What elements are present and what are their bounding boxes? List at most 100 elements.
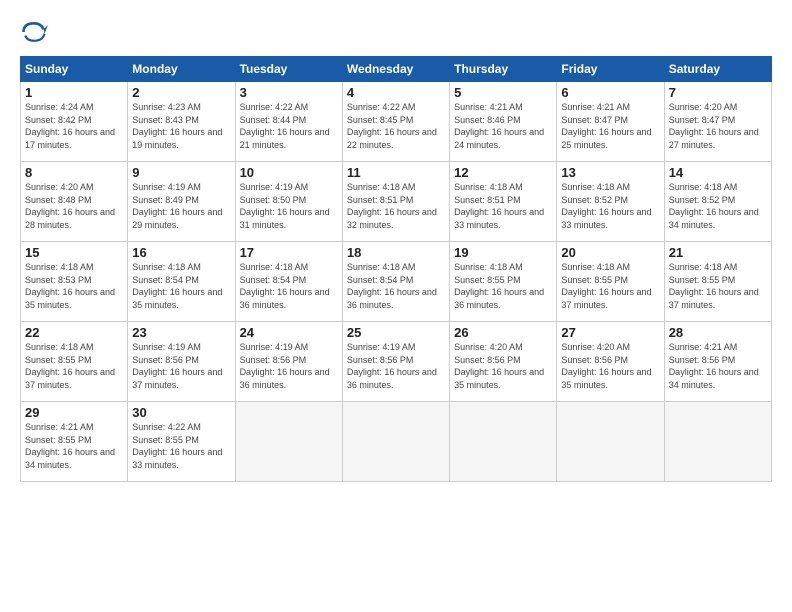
day-info: Sunrise: 4:18 AMSunset: 8:52 PMDaylight:…: [669, 181, 767, 231]
day-info: Sunrise: 4:19 AMSunset: 8:49 PMDaylight:…: [132, 181, 230, 231]
calendar-week-row: 8Sunrise: 4:20 AMSunset: 8:48 PMDaylight…: [21, 162, 772, 242]
calendar-day-cell: 9Sunrise: 4:19 AMSunset: 8:49 PMDaylight…: [128, 162, 235, 242]
day-number: 2: [132, 85, 230, 100]
calendar-day-cell: 28Sunrise: 4:21 AMSunset: 8:56 PMDayligh…: [664, 322, 771, 402]
day-info: Sunrise: 4:18 AMSunset: 8:51 PMDaylight:…: [347, 181, 445, 231]
day-number: 25: [347, 325, 445, 340]
day-number: 3: [240, 85, 338, 100]
day-info: Sunrise: 4:21 AMSunset: 8:55 PMDaylight:…: [25, 421, 123, 471]
calendar-day-cell: 26Sunrise: 4:20 AMSunset: 8:56 PMDayligh…: [450, 322, 557, 402]
calendar-day-cell: 30Sunrise: 4:22 AMSunset: 8:55 PMDayligh…: [128, 402, 235, 482]
calendar-day-cell: 5Sunrise: 4:21 AMSunset: 8:46 PMDaylight…: [450, 82, 557, 162]
day-header: Sunday: [21, 57, 128, 82]
day-info: Sunrise: 4:18 AMSunset: 8:54 PMDaylight:…: [240, 261, 338, 311]
calendar-day-cell: 6Sunrise: 4:21 AMSunset: 8:47 PMDaylight…: [557, 82, 664, 162]
calendar-day-cell: 12Sunrise: 4:18 AMSunset: 8:51 PMDayligh…: [450, 162, 557, 242]
logo-icon: [20, 18, 48, 46]
calendar-day-cell: 10Sunrise: 4:19 AMSunset: 8:50 PMDayligh…: [235, 162, 342, 242]
day-number: 13: [561, 165, 659, 180]
day-number: 17: [240, 245, 338, 260]
day-number: 26: [454, 325, 552, 340]
day-number: 21: [669, 245, 767, 260]
calendar-day-cell: 7Sunrise: 4:20 AMSunset: 8:47 PMDaylight…: [664, 82, 771, 162]
calendar-week-row: 15Sunrise: 4:18 AMSunset: 8:53 PMDayligh…: [21, 242, 772, 322]
day-number: 18: [347, 245, 445, 260]
day-info: Sunrise: 4:21 AMSunset: 8:56 PMDaylight:…: [669, 341, 767, 391]
day-info: Sunrise: 4:23 AMSunset: 8:43 PMDaylight:…: [132, 101, 230, 151]
day-header: Friday: [557, 57, 664, 82]
day-header: Saturday: [664, 57, 771, 82]
calendar-day-cell: 3Sunrise: 4:22 AMSunset: 8:44 PMDaylight…: [235, 82, 342, 162]
day-info: Sunrise: 4:20 AMSunset: 8:48 PMDaylight:…: [25, 181, 123, 231]
day-number: 12: [454, 165, 552, 180]
day-number: 29: [25, 405, 123, 420]
day-number: 28: [669, 325, 767, 340]
calendar-day-cell: 17Sunrise: 4:18 AMSunset: 8:54 PMDayligh…: [235, 242, 342, 322]
calendar-body: 1Sunrise: 4:24 AMSunset: 8:42 PMDaylight…: [21, 82, 772, 482]
day-number: 22: [25, 325, 123, 340]
day-number: 30: [132, 405, 230, 420]
calendar-day-cell: 25Sunrise: 4:19 AMSunset: 8:56 PMDayligh…: [342, 322, 449, 402]
day-number: 4: [347, 85, 445, 100]
calendar-day-cell: 27Sunrise: 4:20 AMSunset: 8:56 PMDayligh…: [557, 322, 664, 402]
day-info: Sunrise: 4:21 AMSunset: 8:46 PMDaylight:…: [454, 101, 552, 151]
day-header: Wednesday: [342, 57, 449, 82]
day-number: 11: [347, 165, 445, 180]
day-info: Sunrise: 4:18 AMSunset: 8:54 PMDaylight:…: [132, 261, 230, 311]
calendar-week-row: 22Sunrise: 4:18 AMSunset: 8:55 PMDayligh…: [21, 322, 772, 402]
day-info: Sunrise: 4:18 AMSunset: 8:55 PMDaylight:…: [25, 341, 123, 391]
day-info: Sunrise: 4:22 AMSunset: 8:55 PMDaylight:…: [132, 421, 230, 471]
calendar-day-cell: 15Sunrise: 4:18 AMSunset: 8:53 PMDayligh…: [21, 242, 128, 322]
day-info: Sunrise: 4:19 AMSunset: 8:56 PMDaylight:…: [347, 341, 445, 391]
day-info: Sunrise: 4:18 AMSunset: 8:55 PMDaylight:…: [561, 261, 659, 311]
day-number: 16: [132, 245, 230, 260]
day-info: Sunrise: 4:18 AMSunset: 8:53 PMDaylight:…: [25, 261, 123, 311]
day-info: Sunrise: 4:20 AMSunset: 8:47 PMDaylight:…: [669, 101, 767, 151]
calendar-day-cell: 2Sunrise: 4:23 AMSunset: 8:43 PMDaylight…: [128, 82, 235, 162]
calendar-day-cell: 20Sunrise: 4:18 AMSunset: 8:55 PMDayligh…: [557, 242, 664, 322]
day-info: Sunrise: 4:18 AMSunset: 8:55 PMDaylight:…: [669, 261, 767, 311]
header: [20, 18, 772, 46]
calendar-day-cell: 18Sunrise: 4:18 AMSunset: 8:54 PMDayligh…: [342, 242, 449, 322]
calendar-day-cell: [235, 402, 342, 482]
day-number: 6: [561, 85, 659, 100]
day-info: Sunrise: 4:22 AMSunset: 8:45 PMDaylight:…: [347, 101, 445, 151]
logo: [20, 18, 52, 46]
calendar-day-cell: 21Sunrise: 4:18 AMSunset: 8:55 PMDayligh…: [664, 242, 771, 322]
calendar-day-cell: 11Sunrise: 4:18 AMSunset: 8:51 PMDayligh…: [342, 162, 449, 242]
day-number: 5: [454, 85, 552, 100]
day-info: Sunrise: 4:21 AMSunset: 8:47 PMDaylight:…: [561, 101, 659, 151]
calendar-day-cell: [664, 402, 771, 482]
page: SundayMondayTuesdayWednesdayThursdayFrid…: [0, 0, 792, 612]
calendar-day-cell: 16Sunrise: 4:18 AMSunset: 8:54 PMDayligh…: [128, 242, 235, 322]
calendar-day-cell: 23Sunrise: 4:19 AMSunset: 8:56 PMDayligh…: [128, 322, 235, 402]
calendar-table: SundayMondayTuesdayWednesdayThursdayFrid…: [20, 56, 772, 482]
calendar-day-cell: 14Sunrise: 4:18 AMSunset: 8:52 PMDayligh…: [664, 162, 771, 242]
day-number: 7: [669, 85, 767, 100]
calendar-day-cell: 1Sunrise: 4:24 AMSunset: 8:42 PMDaylight…: [21, 82, 128, 162]
calendar-header: SundayMondayTuesdayWednesdayThursdayFrid…: [21, 57, 772, 82]
calendar-day-cell: 29Sunrise: 4:21 AMSunset: 8:55 PMDayligh…: [21, 402, 128, 482]
calendar-day-cell: 8Sunrise: 4:20 AMSunset: 8:48 PMDaylight…: [21, 162, 128, 242]
calendar-day-cell: 13Sunrise: 4:18 AMSunset: 8:52 PMDayligh…: [557, 162, 664, 242]
calendar-day-cell: 24Sunrise: 4:19 AMSunset: 8:56 PMDayligh…: [235, 322, 342, 402]
day-info: Sunrise: 4:18 AMSunset: 8:51 PMDaylight:…: [454, 181, 552, 231]
calendar-day-cell: 19Sunrise: 4:18 AMSunset: 8:55 PMDayligh…: [450, 242, 557, 322]
day-number: 1: [25, 85, 123, 100]
day-info: Sunrise: 4:18 AMSunset: 8:52 PMDaylight:…: [561, 181, 659, 231]
day-info: Sunrise: 4:19 AMSunset: 8:56 PMDaylight:…: [240, 341, 338, 391]
day-number: 27: [561, 325, 659, 340]
day-info: Sunrise: 4:19 AMSunset: 8:50 PMDaylight:…: [240, 181, 338, 231]
day-info: Sunrise: 4:20 AMSunset: 8:56 PMDaylight:…: [561, 341, 659, 391]
day-number: 9: [132, 165, 230, 180]
day-number: 14: [669, 165, 767, 180]
day-info: Sunrise: 4:18 AMSunset: 8:55 PMDaylight:…: [454, 261, 552, 311]
calendar-day-cell: 22Sunrise: 4:18 AMSunset: 8:55 PMDayligh…: [21, 322, 128, 402]
day-header: Tuesday: [235, 57, 342, 82]
day-number: 19: [454, 245, 552, 260]
day-info: Sunrise: 4:20 AMSunset: 8:56 PMDaylight:…: [454, 341, 552, 391]
day-header: Monday: [128, 57, 235, 82]
day-number: 23: [132, 325, 230, 340]
day-number: 8: [25, 165, 123, 180]
day-info: Sunrise: 4:24 AMSunset: 8:42 PMDaylight:…: [25, 101, 123, 151]
